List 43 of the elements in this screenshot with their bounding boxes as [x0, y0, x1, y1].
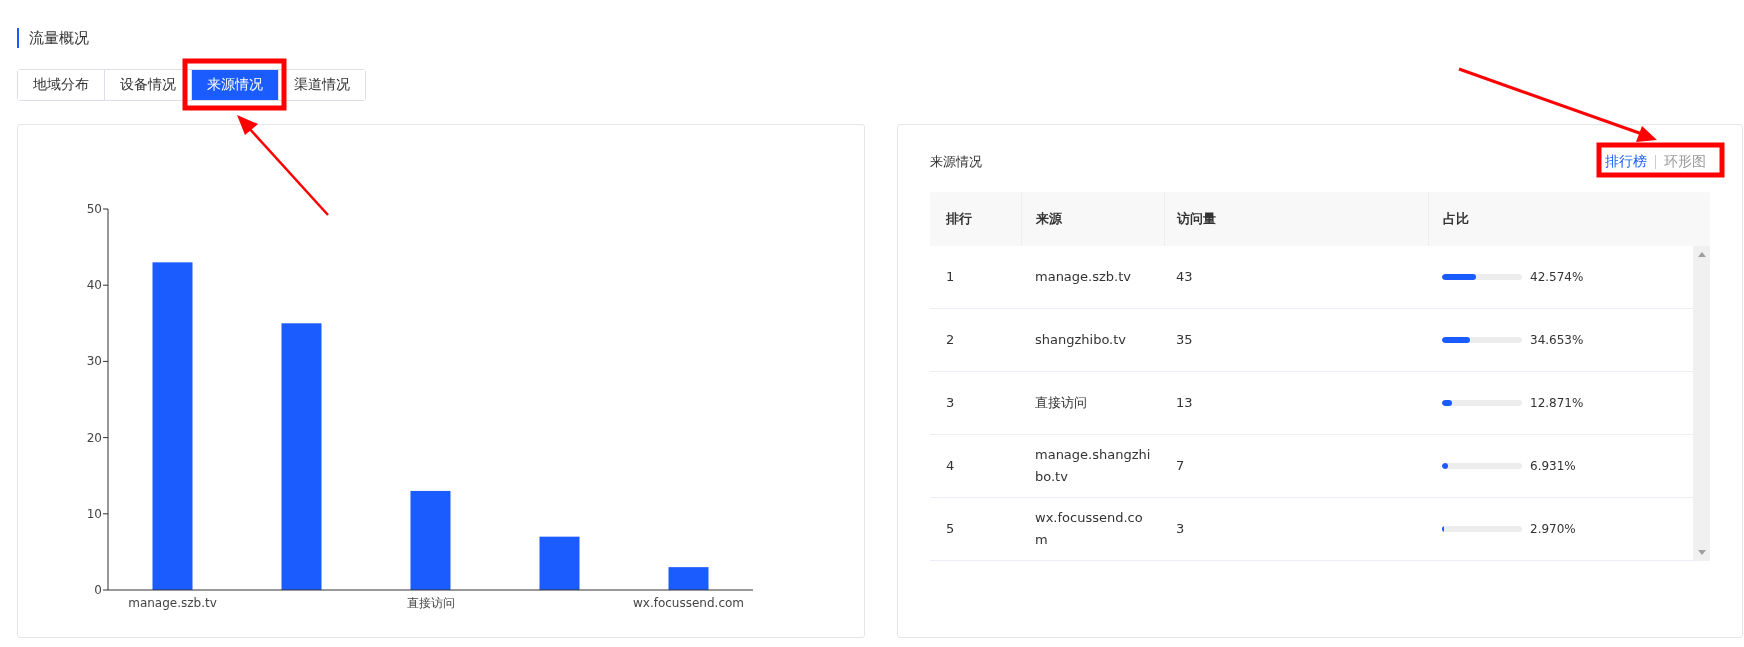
table-cell-text: 43: [1176, 268, 1193, 286]
tab[interactable]: 来源情况: [191, 70, 278, 100]
table-cell-text: 直接访问: [1035, 394, 1088, 412]
table-cell-text: 3: [946, 394, 955, 412]
panel-title: 来源情况: [930, 153, 982, 171]
table-cell-text: 5: [946, 520, 955, 538]
table-cell-text: 42.574%: [1530, 269, 1584, 286]
y-tick-label: 20: [86, 430, 102, 445]
x-category-label: manage.szb.tv: [128, 596, 217, 610]
table-cell-text: 12.871%: [1530, 395, 1584, 412]
y-tick-label: 0: [94, 583, 102, 597]
table-cell-text: 1: [946, 268, 955, 286]
bar: [668, 567, 709, 590]
table-cell-text: wx.focussend.com: [1035, 509, 1144, 549]
y-tick-label: 40: [86, 278, 102, 293]
column-header: 访问量: [1177, 210, 1216, 228]
y-tick-label: 30: [86, 354, 102, 369]
section-title: 流量概况: [29, 28, 89, 48]
x-category-label: wx.focussend.com: [632, 596, 745, 610]
table-cell-text: 4: [946, 457, 955, 475]
column-header: 排行: [946, 210, 972, 228]
table-cell-text: 6.931%: [1530, 458, 1576, 475]
table-cell-text: manage.shangzhibo.tv: [1035, 446, 1152, 486]
scrollbar[interactable]: [1693, 246, 1710, 561]
table-cell-text: 13: [1176, 394, 1193, 412]
y-tick-label: 10: [86, 506, 102, 521]
column-header: 来源: [1036, 210, 1062, 228]
table-cell-text: shangzhibo.tv: [1035, 331, 1128, 349]
column-header: 占比: [1443, 210, 1469, 228]
x-category-label: 直接访问: [406, 596, 455, 610]
scroll-up-icon[interactable]: [1697, 252, 1706, 257]
table-cell-text: 2.970%: [1530, 521, 1576, 538]
table-cell-text: 7: [1176, 457, 1185, 475]
view-toggle[interactable]: 排行榜: [1605, 153, 1647, 171]
y-tick-label: 50: [86, 202, 102, 216]
table-cell-text: manage.szb.tv: [1035, 268, 1132, 286]
table-cell-text: 3: [1176, 520, 1185, 538]
scroll-down-icon[interactable]: [1697, 550, 1706, 555]
table-cell-text: 35: [1176, 331, 1193, 349]
bar: [539, 536, 580, 590]
table-cell-text: 2: [946, 331, 955, 349]
tab[interactable]: 渠道情况: [278, 70, 365, 100]
table-cell-text: 34.653%: [1530, 332, 1584, 349]
